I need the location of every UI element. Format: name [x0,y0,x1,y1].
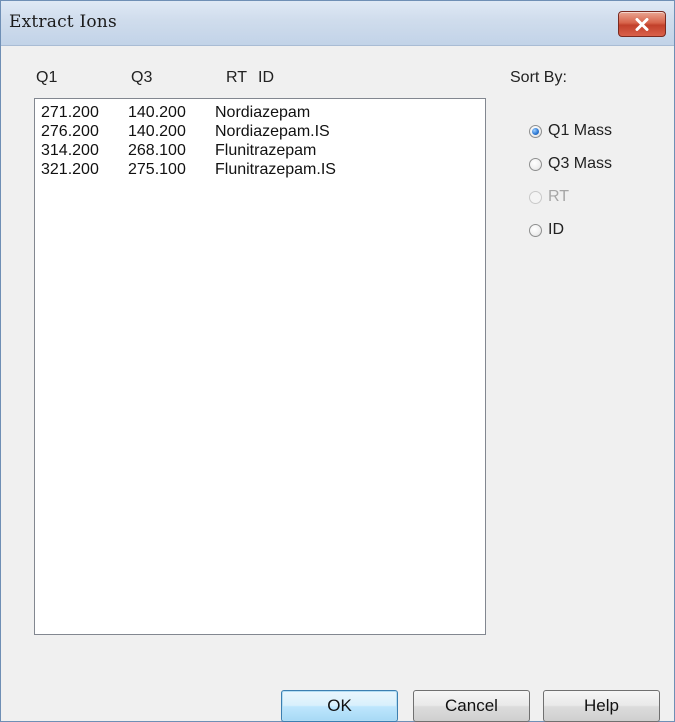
title-bar: Extract Ions [1,1,674,46]
ion-q1: 276.200 [41,123,99,140]
ion-q1: 314.200 [41,142,99,159]
ions-listbox[interactable]: 271.200 140.200 Nordiazepam 276.200 140.… [34,98,486,635]
sort-option-rt: RT [529,186,569,208]
ion-row[interactable]: 314.200 268.100 Flunitrazepam [35,141,485,160]
ion-q1: 271.200 [41,104,99,121]
ion-q3: 268.100 [128,142,186,159]
ion-id: Nordiazepam.IS [215,123,330,140]
close-button[interactable] [618,11,666,37]
radio-selected-icon[interactable] [529,124,542,138]
ok-button[interactable]: OK [281,690,398,722]
column-header-rt: RT [226,69,248,86]
sort-option-label: Q3 Mass [548,155,613,172]
ion-q3: 140.200 [128,123,186,140]
sort-by-label: Sort By: [510,69,567,86]
close-icon [635,17,649,31]
extract-ions-dialog: Extract Ions Q1 Q3 RT ID 271.200 140.200… [0,0,675,722]
ion-row[interactable]: 271.200 140.200 Nordiazepam [35,103,485,122]
radio-disabled-icon [529,190,542,204]
ion-q3: 140.200 [128,104,186,121]
column-header-q1: Q1 [36,69,58,86]
ion-id: Nordiazepam [215,104,311,121]
sort-option-id[interactable]: ID [529,219,564,241]
help-button[interactable]: Help [543,690,660,722]
ion-row[interactable]: 321.200 275.100 Flunitrazepam.IS [35,160,485,179]
cancel-button[interactable]: Cancel [413,690,530,722]
sort-option-q1-mass[interactable]: Q1 Mass [529,120,612,142]
ion-row[interactable]: 276.200 140.200 Nordiazepam.IS [35,122,485,141]
sort-option-label: Q1 Mass [548,122,613,139]
ion-q1: 321.200 [41,161,99,178]
sort-option-label: ID [548,221,564,238]
radio-unselected-icon[interactable] [529,157,542,171]
column-header-q3: Q3 [131,69,153,86]
radio-unselected-icon[interactable] [529,223,542,237]
ion-id: Flunitrazepam [215,142,317,159]
column-header-id: ID [258,69,274,86]
sort-option-label: RT [548,188,570,205]
ion-id: Flunitrazepam.IS [215,161,336,178]
dialog-title: Extract Ions [9,12,117,32]
ion-q3: 275.100 [128,161,186,178]
sort-option-q3-mass[interactable]: Q3 Mass [529,153,612,175]
